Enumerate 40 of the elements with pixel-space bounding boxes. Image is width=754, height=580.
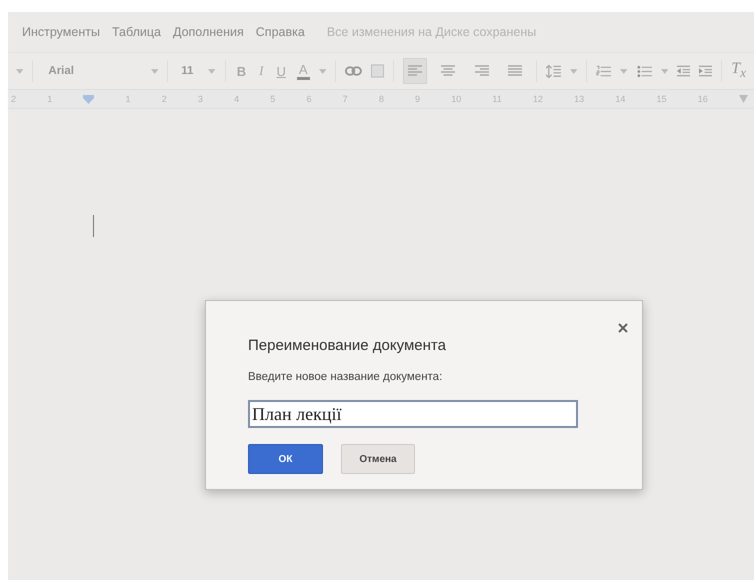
caret-icon[interactable]	[150, 68, 158, 74]
caret-icon[interactable]	[16, 68, 24, 74]
numbered-list-icon[interactable]	[596, 64, 612, 78]
line-spacing-icon[interactable]	[546, 64, 561, 78]
font-size-dropdown[interactable]: 11	[177, 65, 200, 77]
menu-item[interactable]: Справка	[256, 25, 305, 39]
align-icon	[508, 65, 522, 77]
dialog-prompt: Введите новое название документа:	[248, 371, 444, 383]
bulleted-list-icon[interactable]	[636, 64, 652, 78]
dialog-title: Переименование документа	[248, 337, 447, 354]
align-icon	[474, 65, 489, 77]
caret-icon[interactable]	[208, 68, 216, 74]
ok-button[interactable]: ОК	[248, 444, 323, 474]
link-icon[interactable]	[344, 66, 362, 76]
menu-item[interactable]: Дополнения	[172, 25, 244, 39]
right-indent-marker-icon[interactable]	[738, 95, 748, 103]
format-button[interactable]: I	[257, 63, 266, 79]
save-status: Все изменения на Диске сохранены	[326, 25, 536, 39]
menu-item[interactable]: Инструменты	[22, 25, 100, 39]
clear-formatting-button[interactable]: T$_{x}$	[731, 60, 746, 82]
increase-indent-icon[interactable]	[699, 65, 712, 77]
cancel-button[interactable]: Отмена	[341, 444, 415, 474]
align-icon	[441, 65, 456, 77]
close-icon[interactable]	[618, 323, 628, 333]
text-cursor	[93, 215, 94, 237]
indent-marker-icon[interactable]	[83, 94, 94, 104]
caret-icon[interactable]	[570, 68, 578, 74]
decrease-indent-icon[interactable]	[677, 65, 690, 77]
name-input-field[interactable]: План лекції	[248, 400, 578, 428]
format-button[interactable]: U	[274, 64, 288, 78]
caret-icon[interactable]	[660, 68, 668, 74]
format-button[interactable]: A	[296, 62, 310, 80]
caret-icon[interactable]	[620, 68, 628, 74]
font-dropdown[interactable]: Arial	[42, 65, 142, 77]
menu-item[interactable]: Таблица	[112, 25, 161, 39]
align-icon	[408, 65, 422, 77]
align-button[interactable]	[402, 58, 428, 84]
image-icon[interactable]	[370, 64, 384, 78]
format-button[interactable]: B	[234, 64, 248, 78]
caret-icon[interactable]	[318, 68, 326, 74]
